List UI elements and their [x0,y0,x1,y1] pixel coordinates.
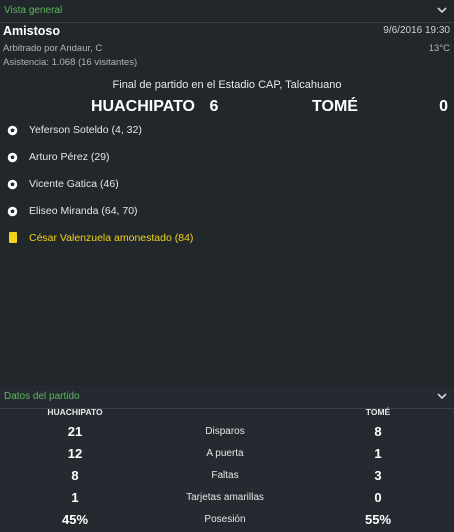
chevron-down-icon[interactable] [436,390,448,402]
away-team-name[interactable]: TOMÉ [280,98,390,116]
home-score: 6 [209,98,219,115]
goal-event-text[interactable]: Eliseo Miranda (64, 70) [29,205,138,217]
stat-away-value: 0 [374,490,382,505]
stat-row-on-target: 12 A puerta 1 [0,443,454,465]
stat-row-shots: 21 Disparos 8 [0,421,454,443]
stat-home-value: 1 [71,490,79,505]
goal-event: Eliseo Miranda (64, 70) [0,203,454,221]
football-icon [7,125,18,136]
stat-row-possession: 45% Posesión 55% [0,509,454,531]
stat-label: Faltas [211,470,239,481]
chevron-down-icon[interactable] [436,4,448,16]
football-icon [7,206,18,217]
stat-home-value: 12 [67,446,83,461]
stat-away-value: 3 [374,468,382,483]
match-stats-panel: Datos del partido HUACHIPATO TOMÉ 21 Dis… [0,386,454,532]
stat-away-value: 8 [374,424,382,439]
stat-row-fouls: 8 Faltas 3 [0,465,454,487]
goal-event-text[interactable]: Arturo Pérez (29) [29,151,110,163]
stat-away-value: 1 [374,446,382,461]
stat-label: Posesión [204,514,246,525]
final-result-text: Final de partido en el Estadio CAP, Talc… [112,79,342,91]
card-event: César Valenzuela amonestado (84) [0,230,454,248]
match-date: 9/6/2016 19:30 [383,25,450,36]
stats-section-title: Datos del partido [4,391,80,402]
card-event-text[interactable]: César Valenzuela amonestado (84) [29,232,193,244]
stat-home-value: 21 [67,424,83,439]
overview-header[interactable]: Vista general [0,0,454,23]
football-icon [7,152,18,163]
overview-panel: Vista general Amistoso 9/6/2016 19:30 Ar… [0,0,454,384]
stat-label: A puerta [206,448,244,459]
goal-event: Vicente Gatica (46) [0,176,454,194]
stat-home-value: 45% [61,512,89,527]
attendance-text: Asistencia: 1.068 (16 visitantes) [3,57,138,68]
temperature-text: 13°C [428,43,450,54]
stat-away-value: 55% [364,512,392,527]
home-team-name[interactable]: HUACHIPATO [0,98,195,116]
overview-section-title: Vista general [4,5,63,16]
stats-away-team: TOMÉ [365,407,391,417]
stats-header[interactable]: Datos del partido [0,386,454,409]
goal-event: Yeferson Soteldo (4, 32) [0,122,454,140]
referee-text: Arbitrado por Andaur, C [3,43,103,54]
football-icon [7,179,18,190]
match-title: Amistoso [3,24,60,38]
stat-home-value: 8 [71,468,79,483]
stat-label: Tarjetas amarillas [186,492,264,503]
yellow-card-icon [9,232,17,243]
stat-row-yellow-cards: 1 Tarjetas amarillas 0 [0,487,454,509]
stats-home-team: HUACHIPATO [47,407,103,417]
goal-event-text[interactable]: Yeferson Soteldo (4, 32) [29,124,142,136]
goal-event-text[interactable]: Vicente Gatica (46) [29,178,119,190]
stat-label: Disparos [205,426,245,437]
away-score: 0 [439,98,448,115]
goal-event: Arturo Pérez (29) [0,149,454,167]
